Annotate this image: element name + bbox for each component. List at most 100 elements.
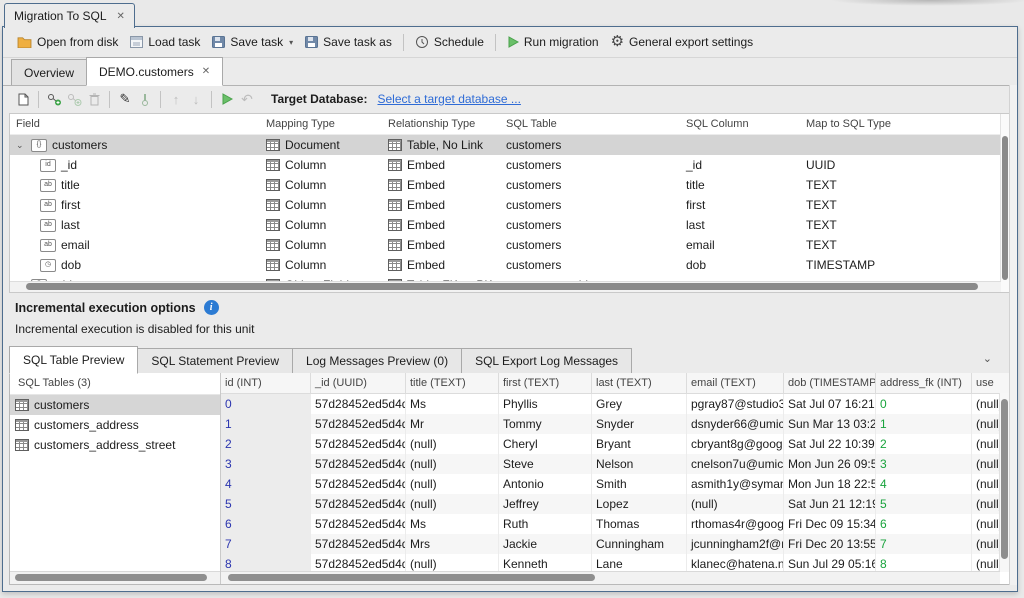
- col-last[interactable]: last (TEXT): [592, 373, 687, 393]
- date-field-icon: ◷: [40, 259, 56, 272]
- save-task-as-button[interactable]: Save task as: [299, 33, 398, 51]
- run-migration-button[interactable]: Run migration: [501, 33, 605, 51]
- close-icon[interactable]: ✕: [117, 11, 125, 22]
- scrollbar-thumb[interactable]: [1002, 136, 1008, 280]
- schedule-label: Schedule: [434, 35, 484, 49]
- table-row[interactable]: 357d28452ed5d4d5(null)SteveNelsoncnelson…: [221, 454, 1010, 474]
- link-add-icon: [47, 93, 62, 106]
- col-first[interactable]: first (TEXT): [499, 373, 592, 393]
- collapse-panel-chevron-icon[interactable]: ⌄: [983, 352, 992, 365]
- sql-tables-header[interactable]: SQL Tables (3): [10, 373, 220, 395]
- run-migration-label: Run migration: [524, 35, 599, 49]
- new-mapping-icon[interactable]: [13, 90, 33, 108]
- document-field-icon: {}: [31, 139, 47, 152]
- scrollbar-thumb[interactable]: [228, 574, 595, 581]
- save-task-dropdown-caret[interactable]: ▾: [289, 38, 293, 47]
- mapping-row-dob[interactable]: ◷dob Column Embed customers dob TIMESTAM…: [10, 255, 1001, 275]
- col-field[interactable]: Field: [10, 118, 260, 130]
- col-user[interactable]: use: [972, 373, 1010, 393]
- mapping-table: Field Mapping Type Relationship Type SQL…: [10, 114, 1001, 292]
- play-icon: [221, 93, 233, 105]
- scrollbar-thumb[interactable]: [1001, 399, 1008, 559]
- column-mapping-icon: [266, 219, 280, 231]
- move-up-icon-disabled: ↑: [166, 90, 186, 108]
- window-tab-migration-to-sql[interactable]: Migration To SQL ✕: [4, 3, 135, 28]
- document-mapping-icon: [266, 139, 280, 151]
- col-sql-column[interactable]: SQL Column: [680, 118, 800, 130]
- mapping-table-panel: Field Mapping Type Relationship Type SQL…: [9, 113, 1011, 293]
- table-row[interactable]: 457d28452ed5d4d5(null)AntonioSmithasmith…: [221, 474, 1010, 494]
- edit-icon[interactable]: ✎: [115, 90, 135, 108]
- load-task-button[interactable]: Load task: [124, 33, 206, 51]
- col-relationship-type[interactable]: Relationship Type: [382, 118, 500, 130]
- table-row[interactable]: 657d28452ed5d4d5MsRuthThomasrthomas4r@go…: [221, 514, 1010, 534]
- general-export-settings-button[interactable]: ⚙ General export settings: [605, 33, 760, 51]
- col-uuid[interactable]: _id (UUID): [311, 373, 406, 393]
- string-field-icon: ab: [40, 219, 56, 232]
- window-shadow: [830, 0, 1024, 6]
- save-icon: [212, 36, 225, 48]
- col-mapping-type[interactable]: Mapping Type: [260, 118, 382, 130]
- col-sql-table[interactable]: SQL Table: [500, 118, 680, 130]
- tab-sql-statement-preview[interactable]: SQL Statement Preview: [137, 348, 293, 373]
- window-right-scrollbar[interactable]: [1009, 85, 1017, 585]
- preview-horizontal-scrollbar[interactable]: [221, 571, 1000, 584]
- string-field-icon: ab: [40, 199, 56, 212]
- tab-sql-table-preview[interactable]: SQL Table Preview: [9, 346, 138, 374]
- col-map-to-sql-type[interactable]: Map to SQL Type: [800, 118, 1001, 130]
- close-icon[interactable]: ✕: [202, 66, 210, 77]
- sql-tables-horizontal-scrollbar[interactable]: [10, 571, 220, 584]
- embed-icon: [388, 239, 402, 251]
- sql-table-item-customers-address[interactable]: customers_address: [10, 415, 220, 435]
- mapping-row-customers[interactable]: ⌄{}customers Document Table, No Link cus…: [10, 135, 1001, 155]
- chevron-down-icon[interactable]: ⌄: [16, 140, 31, 151]
- tab-sql-export-log-messages[interactable]: SQL Export Log Messages: [461, 348, 632, 373]
- open-from-disk-button[interactable]: Open from disk: [11, 33, 124, 51]
- gear-icon: ⚙: [611, 36, 624, 48]
- link-add-icon-gray: [67, 93, 82, 106]
- col-id[interactable]: id (INT): [221, 373, 311, 393]
- toolbar-separator: [38, 91, 39, 108]
- mapping-row-title[interactable]: abtitle Column Embed customers title TEX…: [10, 175, 1001, 195]
- sql-table-item-customers[interactable]: customers: [10, 395, 220, 415]
- table-row[interactable]: 757d28452ed5d4d5MrsJackieCunninghamjcunn…: [221, 534, 1010, 554]
- add-relationship-icon[interactable]: [44, 90, 64, 108]
- select-target-database-link[interactable]: Select a target database ...: [377, 92, 520, 106]
- relationship-type: Table, No Link: [407, 138, 483, 152]
- col-email[interactable]: email (TEXT): [687, 373, 784, 393]
- scrollbar-thumb[interactable]: [26, 283, 978, 290]
- col-title[interactable]: title (TEXT): [406, 373, 499, 393]
- app-screen: Migration To SQL ✕ Open from disk Load t…: [0, 0, 1024, 598]
- mapping-row-email[interactable]: abemail Column Embed customers email TEX…: [10, 235, 1001, 255]
- tab-demo-customers[interactable]: DEMO.customers ✕: [86, 57, 223, 86]
- mapping-row-last[interactable]: ablast Column Embed customers last TEXT: [10, 215, 1001, 235]
- table-row[interactable]: 257d28452ed5d4d5(null)CherylBryantcbryan…: [221, 434, 1010, 454]
- save-as-icon: [305, 36, 318, 48]
- col-address-fk[interactable]: address_fk (INT): [876, 373, 972, 393]
- mapping-table-header: Field Mapping Type Relationship Type SQL…: [10, 114, 1001, 135]
- embed-icon: [388, 159, 402, 171]
- mapping-row-id[interactable]: id_id Column Embed customers _id UUID: [10, 155, 1001, 175]
- save-task-label: Save task: [230, 35, 283, 49]
- save-task-button[interactable]: Save task ▾: [206, 33, 299, 51]
- scrollbar-thumb[interactable]: [15, 574, 207, 581]
- mapping-horizontal-scrollbar[interactable]: [10, 281, 1001, 292]
- sql-tables-panel: SQL Tables (3) customers customers_addre…: [10, 373, 221, 584]
- table-row[interactable]: 557d28452ed5d4d5(null)JeffreyLopez(null)…: [221, 494, 1010, 514]
- embed-icon: [388, 219, 402, 231]
- string-field-icon: ab: [40, 239, 56, 252]
- tab-log-messages-preview[interactable]: Log Messages Preview (0): [292, 348, 462, 373]
- schedule-button[interactable]: Schedule: [409, 33, 490, 51]
- sql-table-item-customers-address-street[interactable]: customers_address_street: [10, 435, 220, 455]
- column-mapping-icon: [266, 239, 280, 251]
- run-preview-icon[interactable]: [217, 90, 237, 108]
- column-mapping-icon: [266, 179, 280, 191]
- info-icon[interactable]: i: [204, 300, 219, 315]
- mapping-row-first[interactable]: abfirst Column Embed customers first TEX…: [10, 195, 1001, 215]
- undo-icon-disabled: ↶: [237, 90, 257, 108]
- table-row[interactable]: 157d28452ed5d4d5MrTommySnyderdsnyder66@u…: [221, 414, 1010, 434]
- tab-overview[interactable]: Overview: [11, 59, 87, 85]
- toolbar-separator: [109, 91, 110, 108]
- col-dob[interactable]: dob (TIMESTAMP): [784, 373, 876, 393]
- table-row[interactable]: 057d28452ed5d4d5MsPhyllisGreypgray87@stu…: [221, 394, 1010, 414]
